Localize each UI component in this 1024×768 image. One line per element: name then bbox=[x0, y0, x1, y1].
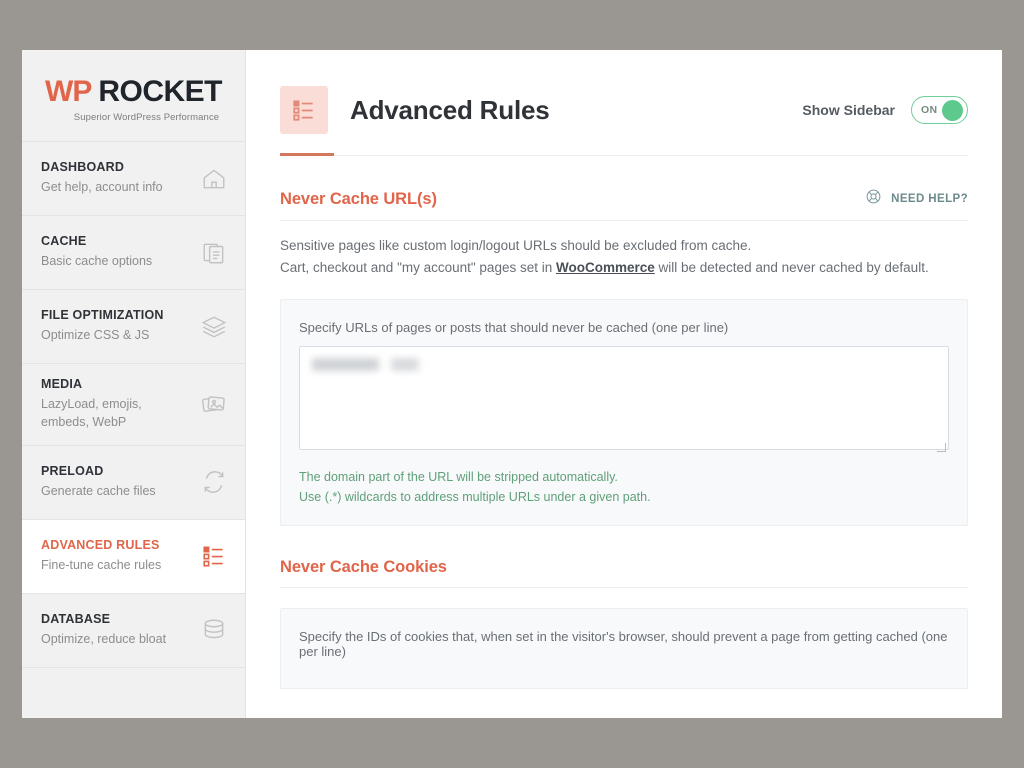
sidebar-item-subtitle: Fine-tune cache rules bbox=[41, 557, 161, 575]
never-cache-cookies-field-card: Specify the IDs of cookies that, when se… bbox=[280, 608, 968, 689]
section-title: Never Cache Cookies bbox=[280, 558, 447, 577]
description-line-2-post: will be detected and never cached by def… bbox=[655, 260, 929, 275]
sidebar-item-subtitle: Optimize, reduce bloat bbox=[41, 631, 166, 649]
sidebar-item-title: PRELOAD bbox=[41, 464, 156, 478]
need-help-link[interactable]: NEED HELP? bbox=[865, 188, 968, 210]
sidebar-item-database[interactable]: DATABASE Optimize, reduce bloat bbox=[22, 594, 245, 668]
field-label: Specify URLs of pages or posts that shou… bbox=[299, 320, 949, 335]
show-sidebar-control[interactable]: Show Sidebar ON bbox=[802, 96, 968, 124]
section-title: Never Cache URL(s) bbox=[280, 190, 437, 209]
redacted-value-overlay bbox=[312, 358, 436, 371]
textarea-resize-handle[interactable] bbox=[937, 443, 946, 452]
sidebar-item-media[interactable]: MEDIA LazyLoad, emojis, embeds, WebP bbox=[22, 364, 245, 446]
woocommerce-link[interactable]: WooCommerce bbox=[556, 260, 655, 275]
description-line-1: Sensitive pages like custom login/logout… bbox=[280, 238, 751, 253]
section-never-cache-cookies: Never Cache Cookies Specify the IDs of c… bbox=[280, 526, 968, 689]
section-never-cache-urls: Never Cache URL(s) NEED HELP? Sensitive … bbox=[280, 156, 968, 526]
never-cache-urls-field-card: Specify URLs of pages or posts that shou… bbox=[280, 299, 968, 527]
toggle-state-label: ON bbox=[921, 104, 937, 116]
sidebar-item-file-optimization[interactable]: FILE OPTIMIZATION Optimize CSS & JS bbox=[22, 290, 245, 364]
show-sidebar-toggle[interactable]: ON bbox=[911, 96, 968, 124]
sidebar-item-subtitle: Optimize CSS & JS bbox=[41, 327, 164, 345]
sidebar-item-title: DATABASE bbox=[41, 612, 166, 626]
section-description: Sensitive pages like custom login/logout… bbox=[280, 221, 960, 279]
lifebuoy-icon bbox=[865, 188, 882, 210]
logo-rocket-text: ROCKET bbox=[98, 75, 222, 109]
sidebar-item-subtitle: Generate cache files bbox=[41, 483, 156, 501]
page-title: Advanced Rules bbox=[350, 95, 550, 126]
need-help-label: NEED HELP? bbox=[891, 193, 968, 205]
checklist-icon bbox=[280, 86, 328, 134]
description-line-2-pre: Cart, checkout and "my account" pages se… bbox=[280, 260, 556, 275]
wp-rocket-app-window: WP ROCKET Superior WordPress Performance… bbox=[22, 50, 1002, 718]
sidebar-item-title: ADVANCED RULES bbox=[41, 538, 161, 552]
main-content: Advanced Rules Show Sidebar ON Never Cac… bbox=[246, 50, 1002, 718]
sidebar-item-title: CACHE bbox=[41, 234, 152, 248]
field-helper-text: The domain part of the URL will be strip… bbox=[299, 467, 949, 508]
checklist-icon bbox=[199, 541, 229, 571]
sidebar-item-title: MEDIA bbox=[41, 377, 191, 391]
layers-icon bbox=[199, 312, 229, 342]
page-header: Advanced Rules Show Sidebar ON bbox=[280, 50, 968, 156]
helper-line-2: Use (.*) wildcards to address multiple U… bbox=[299, 490, 651, 504]
toggle-knob bbox=[942, 100, 963, 121]
sidebar-item-dashboard[interactable]: DASHBOARD Get help, account info bbox=[22, 142, 245, 216]
sidebar-item-subtitle: Basic cache options bbox=[41, 253, 152, 271]
sidebar-item-title: FILE OPTIMIZATION bbox=[41, 308, 164, 322]
sidebar-item-cache[interactable]: CACHE Basic cache options bbox=[22, 216, 245, 290]
sidebar: WP ROCKET Superior WordPress Performance… bbox=[22, 50, 246, 718]
helper-line-1: The domain part of the URL will be strip… bbox=[299, 470, 618, 484]
field-label: Specify the IDs of cookies that, when se… bbox=[299, 629, 949, 659]
sidebar-item-preload[interactable]: PRELOAD Generate cache files bbox=[22, 446, 245, 520]
logo-wp-text: WP bbox=[45, 75, 91, 109]
database-icon bbox=[199, 615, 229, 645]
images-icon bbox=[199, 389, 229, 419]
logo-tagline: Superior WordPress Performance bbox=[48, 112, 219, 123]
sidebar-item-subtitle: LazyLoad, emojis, embeds, WebP bbox=[41, 396, 191, 432]
show-sidebar-label: Show Sidebar bbox=[802, 102, 895, 118]
sidebar-item-subtitle: Get help, account info bbox=[41, 179, 163, 197]
brand-logo: WP ROCKET Superior WordPress Performance bbox=[22, 50, 245, 142]
documents-icon bbox=[199, 238, 229, 268]
refresh-icon bbox=[199, 467, 229, 497]
sidebar-item-title: DASHBOARD bbox=[41, 160, 163, 174]
home-icon bbox=[199, 164, 229, 194]
sidebar-item-advanced-rules[interactable]: ADVANCED RULES Fine-tune cache rules bbox=[22, 520, 246, 594]
